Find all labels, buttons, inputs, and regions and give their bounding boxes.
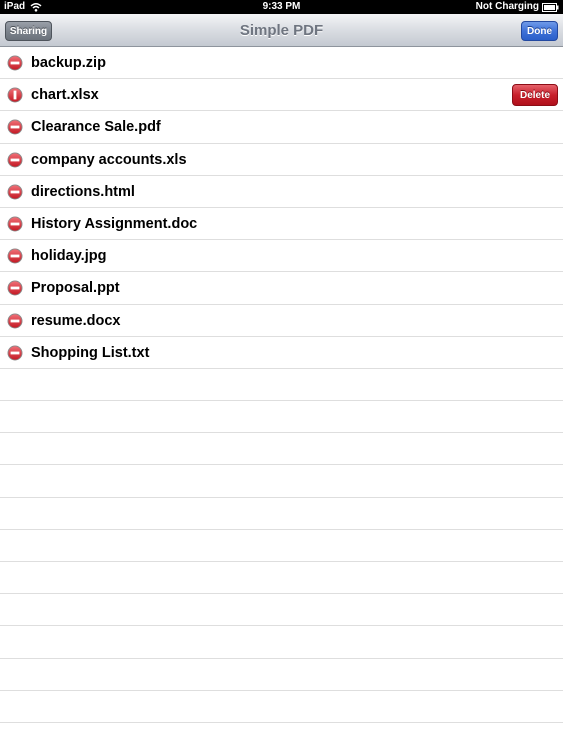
battery-status: Not Charging (475, 1, 539, 12)
empty-row (0, 369, 563, 402)
file-name: resume.docx (31, 312, 121, 329)
list-item[interactable]: Proposal.ppt (0, 272, 563, 305)
battery-icon (542, 2, 559, 12)
done-button[interactable]: Done (521, 21, 558, 41)
empty-row (0, 530, 563, 562)
delete-button[interactable]: Delete (512, 84, 558, 107)
empty-row (0, 498, 563, 530)
empty-row (0, 691, 563, 723)
status-bar: iPad 9:33 PM Not Charging (0, 0, 563, 14)
empty-row (0, 433, 563, 466)
minus-circle-icon[interactable] (7, 313, 23, 329)
minus-circle-icon[interactable] (7, 248, 23, 264)
empty-row (0, 562, 563, 595)
list-item[interactable]: Clearance Sale.pdf (0, 111, 563, 144)
list-item[interactable]: History Assignment.doc (0, 208, 563, 241)
minus-circle-icon[interactable] (7, 152, 23, 168)
file-list: backup.zip chart.xlsx Delete Clearance Sale… (0, 47, 563, 750)
minus-circle-icon[interactable] (7, 184, 23, 200)
file-name: backup.zip (31, 55, 106, 71)
minus-circle-icon[interactable] (7, 119, 23, 135)
page-title: Simple PDF (239, 22, 324, 39)
list-item[interactable]: chart.xlsx Delete (0, 79, 563, 112)
list-item[interactable]: company accounts.xls (0, 144, 563, 176)
sharing-button[interactable]: Sharing (5, 21, 52, 41)
file-name: holiday.jpg (31, 248, 107, 265)
empty-row (0, 594, 563, 627)
empty-row (0, 723, 563, 750)
status-right: Not Charging (476, 0, 559, 14)
empty-row (0, 659, 563, 691)
list-item[interactable]: holiday.jpg (0, 240, 563, 273)
minus-circle-icon[interactable] (7, 345, 23, 361)
minus-circle-icon[interactable] (7, 216, 23, 232)
screen: iPad 9:33 PM Not Charging Simple PDF Sha… (0, 0, 563, 750)
file-name: directions.html (31, 183, 135, 200)
list-item[interactable]: backup.zip (0, 47, 563, 80)
empty-row (0, 401, 563, 434)
list-item[interactable]: resume.docx (0, 305, 563, 337)
minus-circle-icon[interactable] (7, 55, 23, 71)
file-name: chart.xlsx (31, 87, 99, 104)
file-name: Clearance Sale.pdf (31, 119, 161, 136)
file-name: Shopping List.txt (31, 344, 150, 361)
navigation-bar: Simple PDF Sharing Done (0, 14, 563, 47)
file-name: Proposal.ppt (31, 280, 120, 297)
empty-row (0, 626, 563, 659)
file-name: company accounts.xls (31, 151, 187, 168)
minus-circle-icon[interactable] (7, 280, 23, 296)
rotated-minus-icon[interactable] (7, 87, 23, 103)
list-item[interactable]: Shopping List.txt (0, 337, 563, 369)
file-name: History Assignment.doc (31, 215, 198, 232)
empty-row (0, 465, 563, 498)
list-item[interactable]: directions.html (0, 176, 563, 208)
